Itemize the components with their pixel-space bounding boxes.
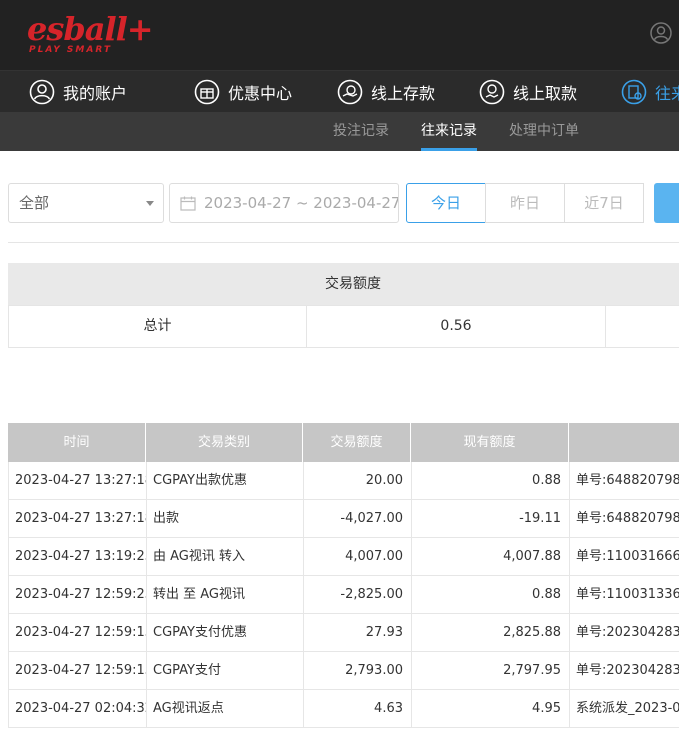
- type-select[interactable]: 全部: [8, 183, 164, 223]
- table-row: 2023-04-27 12:59:25 转出 至 AG视讯 -2,825.00 0.8…: [8, 576, 679, 614]
- calendar-icon: [180, 196, 196, 211]
- user-circle-icon: [29, 79, 55, 105]
- nav-label: 往来: [655, 84, 679, 103]
- nav-label: 优惠中心: [228, 84, 293, 103]
- cell-amount: 4,007.00: [304, 538, 412, 575]
- cell-type: CGPAY出款优惠: [147, 462, 304, 499]
- cell-type: 出款: [147, 500, 304, 537]
- summary-header-label: 交易额度: [325, 276, 381, 292]
- cell-amount: 4.63: [304, 690, 412, 727]
- brand-name: esball+: [27, 10, 154, 48]
- nav-label: 线上存款: [371, 84, 436, 103]
- cell-time: 2023-04-27 12:59:15: [9, 614, 147, 651]
- cell-time: 2023-04-27 13:27:18: [9, 462, 147, 499]
- table-row: 2023-04-27 13:27:18 CGPAY出款优惠 20.00 0.88 单号:…: [8, 462, 679, 500]
- cell-amount: 27.93: [304, 614, 412, 651]
- nav-withdraw[interactable]: 线上取款: [479, 71, 577, 113]
- cell-balance: 2,797.95: [412, 652, 570, 689]
- tab-transaction-records[interactable]: 往来记录: [421, 112, 477, 151]
- cell-time: 2023-04-27 12:59:25: [9, 576, 147, 613]
- records-icon: [621, 79, 647, 105]
- account-icon[interactable]: [650, 22, 672, 44]
- cell-type: CGPAY支付: [147, 652, 304, 689]
- cell-amount: -2,825.00: [304, 576, 412, 613]
- cell-balance: -19.11: [412, 500, 570, 537]
- cell-time: 2023-04-27 12:59:15: [9, 652, 147, 689]
- col-time: 时间: [8, 423, 146, 462]
- table-row: 2023-04-27 12:59:15 CGPAY支付 2,793.00 2,797.…: [8, 652, 679, 690]
- nav-records[interactable]: 往来: [621, 71, 679, 113]
- date-range-input[interactable]: 2023-04-27 ~ 2023-04-27: [169, 183, 399, 223]
- table-row: 2023-04-27 02:04:32 AG视讯返点 4.63 4.95 系统派发_20…: [8, 690, 679, 728]
- cell-remark: 单号:110031666: [570, 538, 679, 575]
- nav-label: 线上取款: [513, 84, 578, 103]
- table-row: 2023-04-27 13:19:25 由 AG视讯 转入 4,007.00 4,00…: [8, 538, 679, 576]
- cell-type: AG视讯返点: [147, 690, 304, 727]
- chevron-down-icon: [146, 201, 154, 206]
- summary-header: 交易额度: [8, 263, 679, 305]
- cell-balance: 4,007.88: [412, 538, 570, 575]
- cell-remark: 系统派发_2023-0: [570, 690, 679, 727]
- gift-icon: [194, 79, 220, 105]
- today-button[interactable]: 今日: [406, 183, 486, 223]
- type-select-value: 全部: [19, 194, 50, 212]
- date-range-value: 2023-04-27 ~ 2023-04-27: [204, 194, 399, 212]
- cell-time: 2023-04-27 02:04:32: [9, 690, 147, 727]
- nav-promotions[interactable]: 优惠中心: [194, 71, 292, 113]
- cell-type: CGPAY支付优惠: [147, 614, 304, 651]
- cell-remark: 单号:648820798: [570, 500, 679, 537]
- sub-nav: 投注记录 往来记录 处理中订单: [0, 112, 679, 151]
- cell-remark: 单号:648820798: [570, 462, 679, 499]
- cell-remark: 单号:202304283: [570, 614, 679, 651]
- deposit-icon: [337, 79, 363, 105]
- summary-row: 总计 0.56: [8, 305, 679, 348]
- yesterday-button[interactable]: 昨日: [485, 183, 565, 223]
- col-type: 交易类别: [146, 423, 303, 462]
- cell-balance: 4.95: [412, 690, 570, 727]
- tab-bet-records[interactable]: 投注记录: [333, 112, 389, 151]
- cell-balance: 0.88: [412, 576, 570, 613]
- last-7-days-button[interactable]: 近7日: [564, 183, 644, 223]
- cell-remark: 单号:202304283: [570, 652, 679, 689]
- search-button[interactable]: [654, 183, 679, 223]
- col-balance: 现有额度: [411, 423, 569, 462]
- cell-balance: 2,825.88: [412, 614, 570, 651]
- table-row: 2023-04-27 13:27:18 出款 -4,027.00 -19.11 单号:6…: [8, 500, 679, 538]
- cell-type: 由 AG视讯 转入: [147, 538, 304, 575]
- cell-type: 转出 至 AG视讯: [147, 576, 304, 613]
- cell-amount: -4,027.00: [304, 500, 412, 537]
- nav-label: 我的账户: [63, 84, 128, 103]
- tab-pending-orders[interactable]: 处理中订单: [509, 112, 579, 151]
- cell-time: 2023-04-27 13:19:25: [9, 538, 147, 575]
- main-nav: 我的账户 优惠中心 线上存款 线上取款 往来: [0, 70, 679, 112]
- withdraw-icon: [479, 79, 505, 105]
- cell-time: 2023-04-27 13:27:18: [9, 500, 147, 537]
- top-bar: esball+ PLAY SMART: [0, 0, 679, 70]
- nav-my-account[interactable]: 我的账户: [29, 71, 127, 113]
- summary-total-label: 总计: [9, 306, 307, 347]
- brand-logo[interactable]: esball+ PLAY SMART: [27, 12, 154, 58]
- cell-remark: 单号:110031336: [570, 576, 679, 613]
- divider: [8, 242, 679, 243]
- table-row: 2023-04-27 12:59:15 CGPAY支付优惠 27.93 2,825.8…: [8, 614, 679, 652]
- cell-amount: 2,793.00: [304, 652, 412, 689]
- brand-tagline: PLAY SMART: [29, 45, 112, 55]
- cell-balance: 0.88: [412, 462, 570, 499]
- cell-amount: 20.00: [304, 462, 412, 499]
- col-amount: 交易额度: [303, 423, 411, 462]
- records-table-header: 时间 交易类别 交易额度 现有额度 备: [8, 423, 679, 462]
- summary-total-value: 0.56: [307, 306, 606, 347]
- col-remark: 备: [569, 423, 679, 462]
- nav-deposit[interactable]: 线上存款: [337, 71, 435, 113]
